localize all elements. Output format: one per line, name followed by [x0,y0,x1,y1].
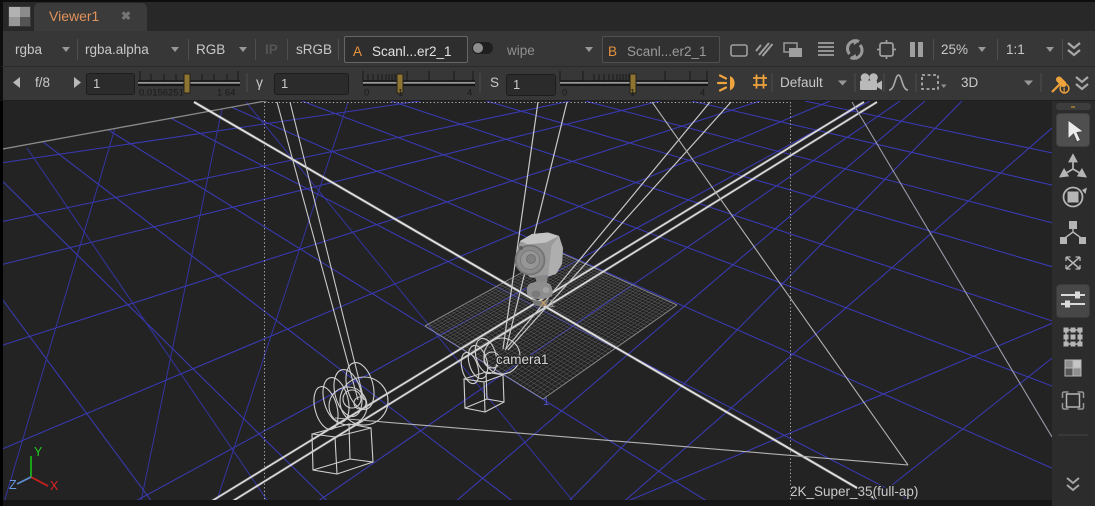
svg-text:1: 1 [549,298,555,310]
svg-text:1: 1 [543,396,549,408]
svg-text:Z: Z [9,478,17,492]
svg-text:2K_Super_35(full-ap): 2K_Super_35(full-ap) [790,484,918,499]
svg-text:X: X [50,479,59,493]
svg-text:Y: Y [34,445,43,459]
svg-text:camera1: camera1 [496,352,549,367]
